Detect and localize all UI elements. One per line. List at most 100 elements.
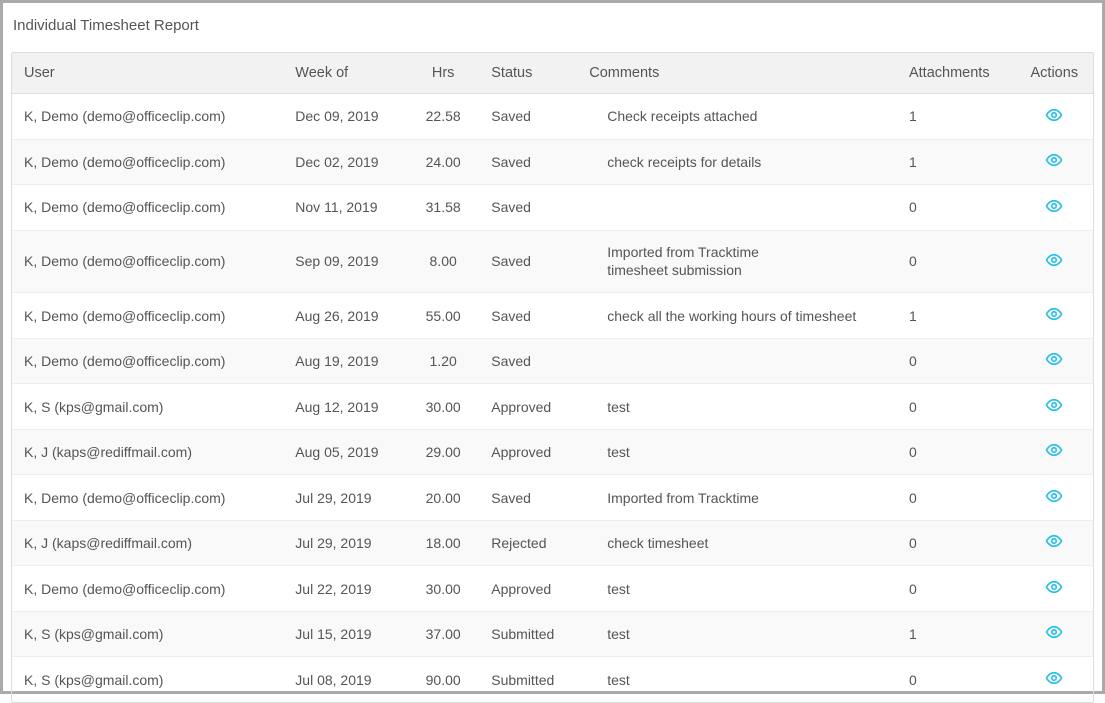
eye-icon bbox=[1045, 106, 1063, 127]
cell-week: Dec 02, 2019 bbox=[283, 139, 407, 185]
cell-status: Submitted bbox=[479, 657, 577, 702]
cell-week: Jul 29, 2019 bbox=[283, 520, 407, 566]
cell-hrs: 8.00 bbox=[407, 230, 479, 293]
table-row: K, J (kaps@rediffmail.com)Jul 29, 201918… bbox=[12, 520, 1093, 566]
table-row: K, S (kps@gmail.com)Aug 12, 201930.00App… bbox=[12, 384, 1093, 430]
eye-icon bbox=[1045, 251, 1063, 272]
cell-week: Jul 22, 2019 bbox=[283, 566, 407, 612]
view-button[interactable] bbox=[1042, 251, 1066, 271]
cell-comments: test bbox=[577, 384, 897, 430]
cell-hrs: 55.00 bbox=[407, 293, 479, 339]
cell-status: Saved bbox=[479, 230, 577, 293]
cell-attachments: 1 bbox=[897, 94, 1016, 140]
cell-attachments: 1 bbox=[897, 611, 1016, 657]
cell-attachments: 0 bbox=[897, 520, 1016, 566]
cell-comments: check receipts for details bbox=[577, 139, 897, 185]
view-button[interactable] bbox=[1042, 396, 1066, 416]
table-row: K, J (kaps@rediffmail.com)Aug 05, 201929… bbox=[12, 429, 1093, 475]
view-button[interactable] bbox=[1042, 533, 1066, 553]
cell-user: K, Demo (demo@officeclip.com) bbox=[12, 475, 283, 521]
cell-hrs: 90.00 bbox=[407, 657, 479, 702]
cell-status: Saved bbox=[479, 185, 577, 231]
cell-status: Approved bbox=[479, 429, 577, 475]
cell-comments: Imported from Tracktime bbox=[577, 475, 897, 521]
cell-attachments: 0 bbox=[897, 429, 1016, 475]
cell-user: K, Demo (demo@officeclip.com) bbox=[12, 338, 283, 384]
view-button[interactable] bbox=[1042, 351, 1066, 371]
col-header-comments: Comments bbox=[577, 53, 897, 94]
col-header-attachments: Attachments bbox=[897, 53, 1016, 94]
table-row: K, S (kps@gmail.com)Jul 08, 201990.00Sub… bbox=[12, 657, 1093, 702]
timesheet-table-container: User Week of Hrs Status Comments Attachm… bbox=[11, 52, 1094, 703]
cell-actions bbox=[1016, 520, 1093, 566]
table-row: K, Demo (demo@officeclip.com)Jul 22, 201… bbox=[12, 566, 1093, 612]
table-row: K, Demo (demo@officeclip.com)Aug 26, 201… bbox=[12, 293, 1093, 339]
cell-comments: test bbox=[577, 657, 897, 702]
cell-actions bbox=[1016, 230, 1093, 293]
cell-actions bbox=[1016, 475, 1093, 521]
cell-status: Saved bbox=[479, 94, 577, 140]
cell-actions bbox=[1016, 611, 1093, 657]
cell-user: K, S (kps@gmail.com) bbox=[12, 657, 283, 702]
view-button[interactable] bbox=[1042, 624, 1066, 644]
cell-week: Sep 09, 2019 bbox=[283, 230, 407, 293]
cell-user: K, J (kaps@rediffmail.com) bbox=[12, 429, 283, 475]
cell-hrs: 30.00 bbox=[407, 384, 479, 430]
table-row: K, Demo (demo@officeclip.com)Sep 09, 201… bbox=[12, 230, 1093, 293]
cell-week: Jul 29, 2019 bbox=[283, 475, 407, 521]
col-header-hrs: Hrs bbox=[407, 53, 479, 94]
cell-comments: check all the working hours of timesheet bbox=[577, 293, 897, 339]
cell-week: Dec 09, 2019 bbox=[283, 94, 407, 140]
cell-comments bbox=[577, 338, 897, 384]
table-row: K, Demo (demo@officeclip.com)Dec 02, 201… bbox=[12, 139, 1093, 185]
view-button[interactable] bbox=[1042, 305, 1066, 325]
cell-week: Jul 15, 2019 bbox=[283, 611, 407, 657]
cell-actions bbox=[1016, 429, 1093, 475]
col-header-user: User bbox=[12, 53, 283, 94]
cell-user: K, S (kps@gmail.com) bbox=[12, 384, 283, 430]
table-row: K, Demo (demo@officeclip.com)Jul 29, 201… bbox=[12, 475, 1093, 521]
cell-week: Jul 08, 2019 bbox=[283, 657, 407, 702]
view-button[interactable] bbox=[1042, 578, 1066, 598]
col-header-status: Status bbox=[479, 53, 577, 94]
cell-actions bbox=[1016, 566, 1093, 612]
eye-icon bbox=[1045, 669, 1063, 690]
eye-icon bbox=[1045, 305, 1063, 326]
view-button[interactable] bbox=[1042, 197, 1066, 217]
eye-icon bbox=[1045, 578, 1063, 599]
cell-status: Saved bbox=[479, 139, 577, 185]
cell-hrs: 37.00 bbox=[407, 611, 479, 657]
cell-actions bbox=[1016, 94, 1093, 140]
col-header-actions: Actions bbox=[1016, 53, 1093, 94]
cell-status: Saved bbox=[479, 338, 577, 384]
cell-hrs: 29.00 bbox=[407, 429, 479, 475]
cell-user: K, Demo (demo@officeclip.com) bbox=[12, 139, 283, 185]
eye-icon bbox=[1045, 441, 1063, 462]
cell-comments bbox=[577, 185, 897, 231]
cell-actions bbox=[1016, 338, 1093, 384]
view-button[interactable] bbox=[1042, 487, 1066, 507]
cell-user: K, Demo (demo@officeclip.com) bbox=[12, 293, 283, 339]
cell-week: Aug 05, 2019 bbox=[283, 429, 407, 475]
cell-week: Aug 12, 2019 bbox=[283, 384, 407, 430]
view-button[interactable] bbox=[1042, 669, 1066, 689]
eye-icon bbox=[1045, 396, 1063, 417]
view-button[interactable] bbox=[1042, 152, 1066, 172]
table-header-row: User Week of Hrs Status Comments Attachm… bbox=[12, 53, 1093, 94]
view-button[interactable] bbox=[1042, 442, 1066, 462]
cell-actions bbox=[1016, 139, 1093, 185]
cell-user: K, J (kaps@rediffmail.com) bbox=[12, 520, 283, 566]
cell-actions bbox=[1016, 185, 1093, 231]
cell-comments: test bbox=[577, 429, 897, 475]
cell-actions bbox=[1016, 384, 1093, 430]
cell-comments: check timesheet bbox=[577, 520, 897, 566]
cell-actions bbox=[1016, 657, 1093, 702]
cell-hrs: 24.00 bbox=[407, 139, 479, 185]
cell-status: Saved bbox=[479, 293, 577, 339]
cell-hrs: 30.00 bbox=[407, 566, 479, 612]
view-button[interactable] bbox=[1042, 106, 1066, 126]
cell-attachments: 0 bbox=[897, 475, 1016, 521]
table-row: K, Demo (demo@officeclip.com)Dec 09, 201… bbox=[12, 94, 1093, 140]
cell-comments: test bbox=[577, 566, 897, 612]
eye-icon bbox=[1045, 197, 1063, 218]
